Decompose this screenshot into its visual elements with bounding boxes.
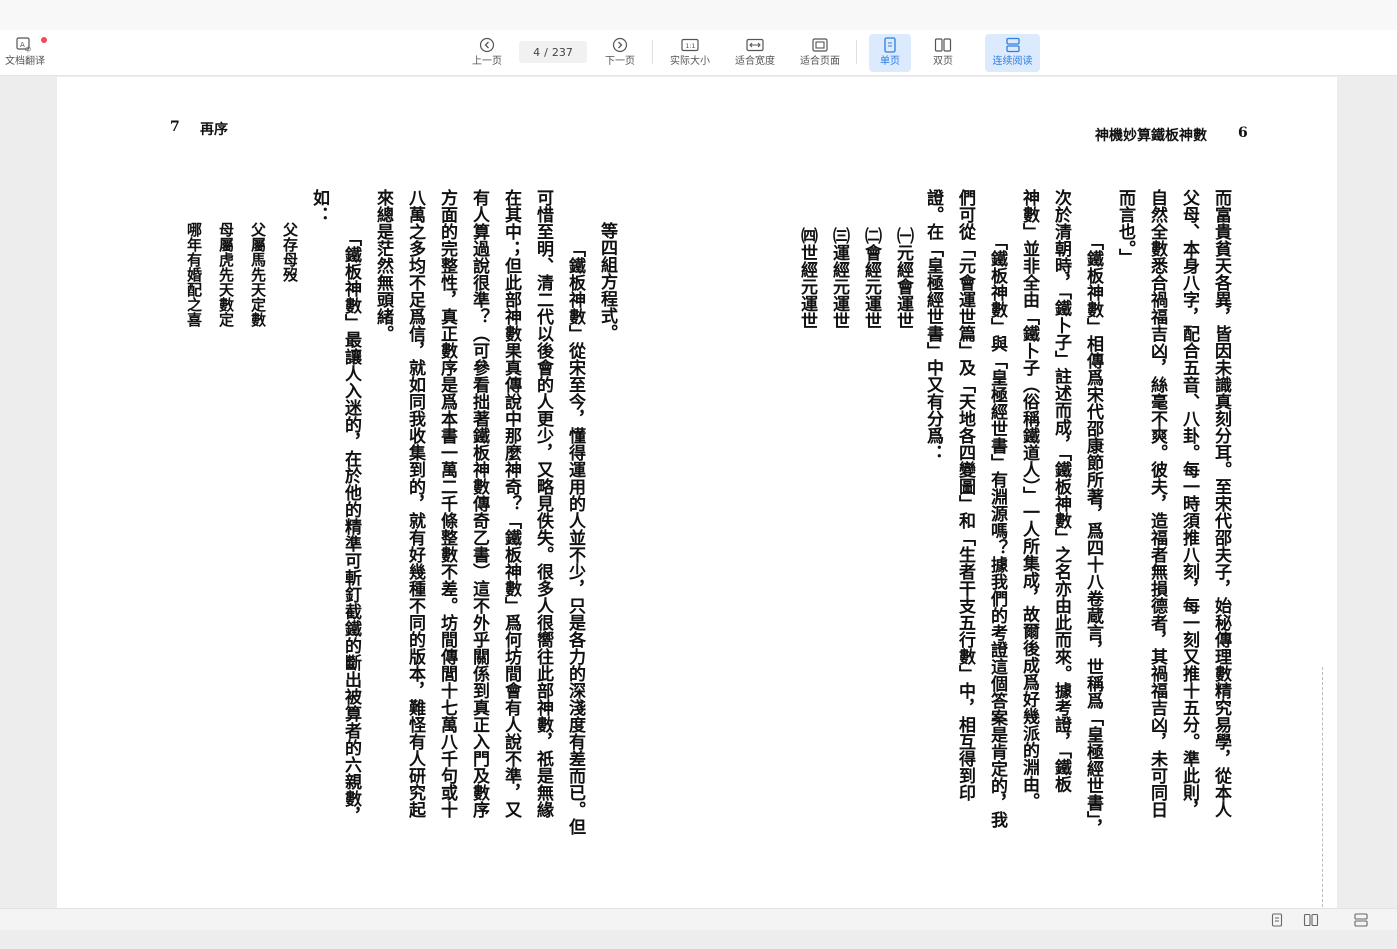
prev-page-label: 上一页 [472, 56, 502, 67]
text-column: ㈠元經會運世 [893, 227, 913, 329]
text-column: 八萬之多均不足爲信，就如同我收集到的，就有好幾種不同的版本，難怪有人研究起 [405, 189, 425, 818]
right-page-number: 6 [1238, 125, 1248, 141]
fit-page-button[interactable]: 适合页面 [796, 34, 844, 72]
chevron-left-circle-icon [479, 36, 495, 54]
double-page-button[interactable]: 双页 [922, 34, 964, 72]
scan-edge [1322, 667, 1323, 907]
translate-icon: A中 [16, 36, 34, 54]
text-column: 父存母歿 [281, 222, 299, 282]
fit-width-icon [746, 36, 764, 54]
text-column: 自然全數悉合禍福吉凶，絲毫不爽。彼夫，造福者無損德者，其禍福吉凶，未可同日 [1147, 189, 1167, 818]
prev-page-button[interactable]: 上一页 [468, 34, 506, 72]
window-top-strip [0, 0, 1397, 30]
text-column: 次於清朝時，「鐵卜子」註述而成，「鐵板神數」之名亦由此而來。據考證，「鐵板 [1051, 189, 1071, 793]
continuous-view-icon[interactable] [1353, 912, 1369, 928]
text-column: 方面的完整性，真正數序是爲本書一萬二千條整數不差。坊間傳閭十七萬八千句或十 [437, 189, 457, 818]
double-page-view-icon[interactable] [1303, 912, 1319, 928]
actual-size-button[interactable]: 1:1 实际大小 [666, 34, 714, 72]
text-column: ㈢運經元運世 [829, 227, 849, 329]
text-column: 父屬馬先天定數 [249, 222, 267, 327]
text-column: 而言也。」 [1115, 189, 1135, 266]
double-page-icon [934, 36, 952, 54]
double-page-label: 双页 [933, 56, 953, 67]
translate-button[interactable]: A中 文档翻译 [2, 34, 48, 72]
text-column: 「鐵板神數」相傳爲宋代邵康節所著，爲四十八卷蔵言，世稱爲「皇極經世書」， [1083, 233, 1103, 837]
chevron-right-circle-icon [612, 36, 628, 54]
text-column: 證。在「皇極經世書」中又有分爲： [923, 189, 943, 461]
document-viewport[interactable]: 7 再序 神機妙算鐵板神數 6 而富貴貧天各異，皆因未識真刻分耳。至宋代邵夫子，… [0, 77, 1397, 908]
text-column: 有人算過說很準？（可參看拙著鐵板神數傳奇乙書）這不外乎關係到真正入門及數序 [469, 189, 489, 818]
svg-text:1:1: 1:1 [685, 42, 695, 50]
text-column: 如： [309, 189, 329, 223]
toolbar-divider [856, 40, 857, 64]
text-column: 「鐵板神數」最讓人入迷的，在於他的精準可斬釘截鐵的斷出被算者的六親數， [341, 229, 361, 824]
text-column: 父母、本身八字，配合五音、八卦。每一時須推八刻，每一刻又推十五分。準此則， [1179, 189, 1199, 818]
text-column: 們可從「元會運世篇」及「天地各四變圖」和「生者干支五行數」中，相互得到印 [955, 189, 975, 801]
fit-width-label: 适合宽度 [735, 56, 775, 67]
next-page-button[interactable]: 下一页 [601, 34, 639, 72]
text-column: 「鐵板神數」與「皇極經世書」有淵源嗎？據我們的考證這個答案是肯定的，我 [987, 233, 1007, 828]
page-separator: / [544, 45, 548, 59]
svg-text:中: 中 [25, 46, 31, 53]
toolbar-divider [652, 40, 653, 64]
single-page-view-icon[interactable] [1269, 912, 1285, 928]
text-column: 母屬虎先天數定 [217, 222, 235, 327]
left-page-number: 7 [170, 119, 180, 135]
page-total: 237 [551, 45, 573, 59]
left-page-title: 再序 [200, 122, 228, 138]
fit-page-label: 适合页面 [800, 56, 840, 67]
actual-size-icon: 1:1 [681, 36, 699, 54]
fit-page-icon [811, 36, 829, 54]
text-column: 「鐵板神數」從宋至今，懂得運用的人並不少，只是各力的深淺度有差而已。但 [565, 240, 585, 835]
fit-width-button[interactable]: 适合宽度 [731, 34, 779, 72]
actual-size-label: 实际大小 [670, 56, 710, 67]
text-column: 可惜至明、清二代以後會的人更少，又略見佚失。很多人很嚮往此部神數，祇是無緣 [533, 189, 553, 818]
text-column: 而富貴貧天各異，皆因未識真刻分耳。至宋代邵夫子，始秘傳理數精究易學，從本人 [1211, 189, 1231, 818]
text-column: ㈣世經元運世 [797, 227, 817, 329]
text-column: 哪年有婚配之喜 [185, 222, 203, 327]
right-page-title: 神機妙算鐵板神數 [1095, 128, 1207, 144]
text-column: 來總是茫然無頭緒。 [373, 189, 393, 342]
translate-label: 文档翻译 [5, 56, 45, 67]
next-page-label: 下一页 [605, 56, 635, 67]
continuous-reading-label: 连续阅读 [992, 56, 1033, 67]
text-column: 在其中；但此部神數果真傳說中那麼神奇？「鐵板神數」爲何坊間會有人說不準，又 [501, 189, 521, 818]
continuous-reading-icon [1005, 36, 1021, 54]
bottom-margin [0, 930, 1397, 949]
reader-toolbar: A中 文档翻译 上一页 4 / 237 下一页 1:1 实际大小 适合宽度 适合… [0, 30, 1397, 76]
text-column: ㈡會經元運世 [861, 227, 881, 329]
text-column: 神數」並非全由「鐵卜子（俗稱鐵道人）」一人所集成，故爾後成爲好幾派的淵由。 [1019, 189, 1039, 810]
continuous-reading-button[interactable]: 连续阅读 [985, 34, 1040, 72]
page-current[interactable]: 4 [533, 46, 540, 59]
text-column: 等四組方程式。 [597, 222, 617, 341]
document-page: 7 再序 神機妙算鐵板神數 6 而富貴貧天各異，皆因未識真刻分耳。至宋代邵夫子，… [57, 77, 1337, 908]
notification-dot [41, 37, 47, 43]
single-page-button[interactable]: 单页 [869, 34, 911, 72]
single-page-icon [883, 36, 897, 54]
page-number-box[interactable]: 4 / 237 [519, 41, 587, 63]
status-bar [0, 908, 1397, 930]
single-page-label: 单页 [880, 56, 900, 67]
